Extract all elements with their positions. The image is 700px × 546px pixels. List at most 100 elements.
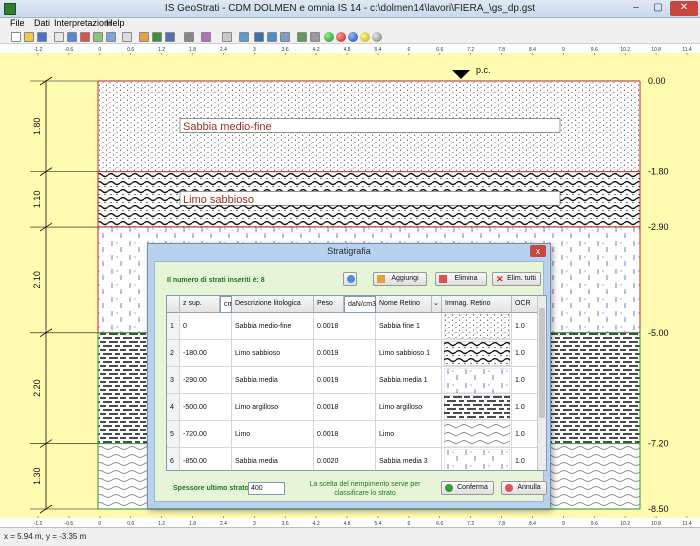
description-cell[interactable]: Limo argilloso <box>232 394 314 421</box>
new-file-icon[interactable] <box>11 32 21 42</box>
minimize-button[interactable]: – <box>626 1 646 16</box>
ocr-cell[interactable]: 1.0 <box>512 394 539 421</box>
nome-retino-cell[interactable]: Sabbia media 3 <box>376 448 442 470</box>
top-ruler-label: 7.8 <box>498 47 505 53</box>
image-icon[interactable] <box>201 32 211 42</box>
peso-cell[interactable]: 0.0019 <box>314 367 376 394</box>
zoom-icon[interactable] <box>239 32 249 42</box>
description-cell[interactable]: Limo sabbioso <box>232 340 314 367</box>
flask-icon[interactable] <box>106 32 116 42</box>
close-button[interactable]: ✕ <box>670 1 698 16</box>
nome-retino-cell[interactable]: Limo <box>376 421 442 448</box>
arrow-icon[interactable] <box>254 32 264 42</box>
edit-icon[interactable] <box>93 32 103 42</box>
z-sup-cell[interactable]: -290.00 <box>180 367 232 394</box>
settings-icon[interactable] <box>310 32 320 42</box>
save-icon[interactable] <box>37 32 47 42</box>
copy-icon[interactable] <box>267 32 277 42</box>
column-header-ocr[interactable]: OCR <box>512 296 539 313</box>
layers-icon[interactable] <box>165 32 175 42</box>
strata-table[interactable]: z sup. cm Descrizione litologica Peso da… <box>166 295 547 471</box>
add-layer-button[interactable]: Aggiungi <box>373 272 427 286</box>
export-icon[interactable] <box>80 32 90 42</box>
yellow-ball-icon[interactable] <box>360 32 370 42</box>
pattern-swatch-fill <box>444 314 510 339</box>
ocr-cell[interactable]: 1.0 <box>512 421 539 448</box>
pattern-image-cell[interactable] <box>442 313 512 340</box>
peso-cell[interactable]: 0.0018 <box>314 313 376 340</box>
nome-retino-cell[interactable]: Sabbia fine 1 <box>376 313 442 340</box>
column-header-peso[interactable]: Peso <box>314 296 344 313</box>
scrollbar-thumb[interactable] <box>539 308 545 418</box>
column-header-z-sup[interactable]: z sup. <box>180 296 220 313</box>
row-index[interactable]: 6 <box>167 448 180 470</box>
description-cell[interactable]: Sabbia medio-fine <box>232 313 314 340</box>
maximize-button[interactable]: ▢ <box>648 1 668 16</box>
pattern-image-cell[interactable] <box>442 448 512 470</box>
globe-icon[interactable] <box>152 32 162 42</box>
ocr-cell[interactable]: 1.0 <box>512 313 539 340</box>
row-index[interactable]: 3 <box>167 367 180 394</box>
calculator-icon[interactable] <box>122 32 132 42</box>
peso-cell[interactable]: 0.0018 <box>314 421 376 448</box>
pattern-image-cell[interactable] <box>442 421 512 448</box>
blue-ball-icon[interactable] <box>348 32 358 42</box>
pattern-image-cell[interactable] <box>442 340 512 367</box>
z-sup-cell[interactable]: -180.00 <box>180 340 232 367</box>
ocr-cell[interactable]: 1.0 <box>512 448 539 470</box>
z-sup-cell[interactable]: -720.00 <box>180 421 232 448</box>
preview-icon[interactable] <box>67 32 77 42</box>
menu-file[interactable]: File <box>10 18 25 28</box>
red-ball-icon[interactable] <box>336 32 346 42</box>
nome-retino-cell[interactable]: Limo argilloso <box>376 394 442 421</box>
row-index[interactable]: 1 <box>167 313 180 340</box>
confirm-button[interactable]: Conferma <box>441 481 494 495</box>
description-cell[interactable]: Limo <box>232 421 314 448</box>
cancel-button[interactable]: Annulla <box>501 481 547 495</box>
ocr-cell[interactable]: 1.0 <box>512 340 539 367</box>
delete-layer-button[interactable]: Elimina <box>435 272 487 286</box>
dialog-close-button[interactable]: x <box>530 245 546 257</box>
z-sup-cell[interactable]: -500.00 <box>180 394 232 421</box>
nome-retino-cell[interactable]: Limo sabbioso 1 <box>376 340 442 367</box>
column-header-unit-cm[interactable]: cm <box>220 296 233 313</box>
z-sup-cell[interactable]: 0 <box>180 313 232 340</box>
menu-help[interactable]: Help <box>106 18 125 28</box>
refresh-button[interactable] <box>343 272 357 286</box>
gray-ball-icon[interactable] <box>372 32 382 42</box>
peso-cell[interactable]: 0.0019 <box>314 340 376 367</box>
menu-dati[interactable]: Dati <box>34 18 50 28</box>
row-index[interactable]: 2 <box>167 340 180 367</box>
delete-all-button[interactable]: ✕ Elim. tutti <box>492 272 541 286</box>
peso-cell[interactable]: 0.0020 <box>314 448 376 470</box>
document-icon[interactable] <box>280 32 290 42</box>
open-folder-icon[interactable] <box>24 32 34 42</box>
spessore-input[interactable]: 400 <box>248 482 285 495</box>
print-icon[interactable] <box>54 32 64 42</box>
graph-icon[interactable] <box>222 32 232 42</box>
table-icon[interactable] <box>184 32 194 42</box>
status-bar: x = 5.94 m, y = -3.35 m <box>0 527 700 546</box>
z-sup-cell[interactable]: -850.00 <box>180 448 232 470</box>
pattern-swatch <box>444 341 510 366</box>
column-header-nome-retino[interactable]: Nome Retino <box>376 296 432 313</box>
peso-cell[interactable]: 0.0018 <box>314 394 376 421</box>
column-header-immagine[interactable]: Immag. Retino <box>442 296 512 313</box>
description-cell[interactable]: Sabbia media <box>232 367 314 394</box>
nome-retino-cell[interactable]: Sabbia media 1 <box>376 367 442 394</box>
column-header-unit-dancm3[interactable]: daN/cm3 <box>344 296 376 313</box>
column-header-dropdown[interactable]: ⌄ <box>432 296 442 313</box>
ocr-cell[interactable]: 1.0 <box>512 367 539 394</box>
pattern-image-cell[interactable] <box>442 367 512 394</box>
column-header-description[interactable]: Descrizione litologica <box>232 296 314 313</box>
chart-icon[interactable] <box>139 32 149 42</box>
table-scrollbar[interactable] <box>537 296 546 470</box>
top-ruler-label: 4.2 <box>313 47 320 53</box>
menu-interpretazioni[interactable]: Interpretazioni <box>54 18 111 28</box>
plot-icon[interactable] <box>297 32 307 42</box>
row-index[interactable]: 5 <box>167 421 180 448</box>
description-cell[interactable]: Sabbia media <box>232 448 314 470</box>
row-index[interactable]: 4 <box>167 394 180 421</box>
pattern-image-cell[interactable] <box>442 394 512 421</box>
green-ball-icon[interactable] <box>324 32 334 42</box>
